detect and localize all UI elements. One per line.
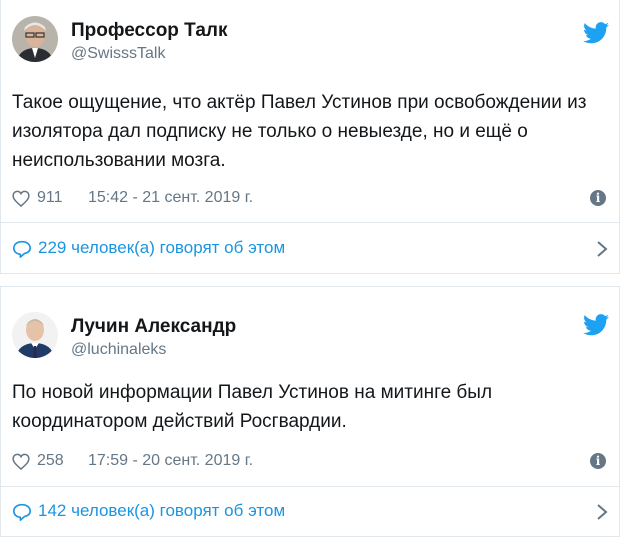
avatar[interactable]	[12, 312, 58, 358]
like-count[interactable]: 911	[37, 189, 63, 207]
divider	[1, 486, 619, 487]
comment-bubble-icon	[13, 240, 31, 258]
tweet-card: Лучин Александр @luchinaleks По новой ин…	[0, 286, 620, 537]
chevron-right-icon[interactable]	[596, 503, 608, 521]
heart-icon[interactable]	[12, 453, 30, 470]
timestamp[interactable]: 17:59 - 20 сент. 2019 г.	[88, 452, 253, 470]
tweet-text: Такое ощущение, что актёр Павел Устинов …	[12, 92, 587, 171]
author-name[interactable]: Профессор Талк	[71, 20, 227, 42]
divider	[1, 222, 619, 223]
heart-icon[interactable]	[12, 190, 30, 207]
author-handle[interactable]: @SwisssTalk	[71, 45, 165, 63]
twitter-bird-icon[interactable]	[583, 22, 609, 44]
tweet-meta: 258 17:59 - 20 сент. 2019 г. i	[12, 450, 608, 474]
info-icon[interactable]: i	[590, 453, 606, 469]
author-handle[interactable]: @luchinaleks	[71, 341, 166, 359]
comment-bubble-icon	[13, 503, 31, 521]
info-icon[interactable]: i	[590, 190, 606, 206]
tweet-card: Профессор Талк @SwisssTalk Такое ощущени…	[0, 0, 620, 274]
discussion-link[interactable]: 142 человек(а) говорят об этом	[12, 499, 608, 525]
avatar[interactable]	[12, 16, 58, 62]
discussion-label[interactable]: 229 человек(а) говорят об этом	[38, 238, 285, 258]
author-name[interactable]: Лучин Александр	[71, 316, 236, 338]
chevron-right-icon[interactable]	[596, 240, 608, 258]
twitter-bird-icon[interactable]	[583, 314, 609, 336]
tweet-meta: 911 15:42 - 21 сент. 2019 г. i	[12, 187, 608, 211]
timestamp[interactable]: 15:42 - 21 сент. 2019 г.	[88, 189, 253, 207]
tweet-text: По новой информации Павел Устинов на мит…	[12, 382, 493, 432]
like-count[interactable]: 258	[37, 452, 64, 470]
discussion-link[interactable]: 229 человек(а) говорят об этом	[12, 236, 608, 262]
discussion-label[interactable]: 142 человек(а) говорят об этом	[38, 501, 285, 521]
